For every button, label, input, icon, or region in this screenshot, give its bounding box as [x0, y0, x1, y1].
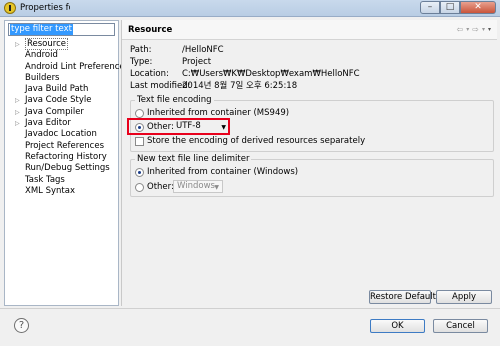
- tree-item-label: Java Compiler: [25, 106, 84, 117]
- tree-item-label: Task Tags: [25, 174, 65, 185]
- minimize-button[interactable]: –: [420, 1, 440, 14]
- line-delimiter-title: New text file line delimiter: [135, 154, 252, 165]
- tree-item-label: Javadoc Location: [25, 129, 97, 140]
- tree-item[interactable]: ▷ Resource: [5, 38, 118, 50]
- delimiter-inherited-radio[interactable]: [135, 168, 144, 177]
- expand-arrow-icon[interactable]: ▷: [15, 107, 20, 118]
- last-modified-row: Last modified:2014년 8월 7일 오후 6:25:18: [130, 81, 297, 92]
- property-pages-tree-pane: type filter text ▷ Resource Android Android…: [4, 20, 129, 306]
- tree-item-label: Java Build Path: [25, 84, 89, 95]
- tree-item[interactable]: Android: [5, 50, 118, 61]
- store-encoding-checkbox[interactable]: [135, 137, 144, 146]
- tree-item[interactable]: Refactoring History: [5, 152, 118, 163]
- delimiter-inherited-label: Inherited from container (Windows): [147, 167, 299, 177]
- tree-item-label: Project References: [25, 140, 105, 151]
- page-navigation: ⇦ ▾ ⇨ ▾ ▾: [457, 25, 491, 34]
- last-modified-label: Last modified:: [130, 81, 191, 91]
- chevron-down-icon: ▼: [214, 184, 219, 191]
- path-row: Path: /HelloNFC: [130, 45, 224, 56]
- help-icon[interactable]: ?: [14, 318, 29, 333]
- ok-button[interactable]: OK: [370, 319, 425, 333]
- window-title: Properties for: [20, 3, 70, 13]
- forward-arrow-icon[interactable]: ⇨: [472, 25, 479, 34]
- tree-item-label: XML Syntax: [25, 185, 75, 196]
- filter-input[interactable]: type filter text: [8, 23, 115, 36]
- tree-item-label: Refactoring History: [25, 151, 107, 162]
- eclipse-properties-icon: [4, 2, 16, 14]
- tree-item-label: Android: [25, 50, 58, 61]
- line-delimiter-group: New text file line delimiter Inherited f…: [130, 154, 494, 197]
- path-value: /HelloNFC: [182, 45, 224, 55]
- delimiter-select-value: Windows: [177, 181, 215, 191]
- tree-item-label: Java Code Style: [25, 95, 92, 106]
- expand-arrow-icon[interactable]: ▷: [15, 118, 20, 129]
- back-history-dropdown-icon[interactable]: ▾: [466, 26, 469, 34]
- tree-item[interactable]: Builders: [5, 73, 118, 84]
- view-menu-icon[interactable]: ▾: [488, 26, 491, 34]
- tree-item[interactable]: Project References: [5, 141, 118, 152]
- apply-button[interactable]: Apply: [436, 290, 492, 304]
- tree-item-label: Java Editor: [25, 118, 71, 129]
- tree-item-label: Android Lint Preferences: [25, 61, 130, 72]
- tree-item[interactable]: Javadoc Location: [5, 129, 118, 140]
- forward-history-dropdown-icon[interactable]: ▾: [482, 26, 485, 34]
- tree-item[interactable]: Android Lint Preferences: [5, 62, 129, 73]
- filter-input-text: type filter text: [10, 24, 73, 35]
- path-label: Path:: [130, 45, 152, 55]
- restore-defaults-button[interactable]: Restore Defaults: [369, 290, 440, 304]
- highlight-box: [127, 118, 230, 135]
- tree-item[interactable]: Run/Debug Settings: [5, 163, 118, 174]
- back-arrow-icon[interactable]: ⇦: [457, 25, 464, 34]
- tree-item-label: Builders: [25, 72, 60, 83]
- text-file-encoding-title: Text file encoding: [135, 95, 214, 106]
- tree-item[interactable]: ▷ Java Code Style: [5, 95, 118, 106]
- properties-dialog: Properties for – □ ✕ type filter text ▷ R…: [0, 0, 500, 346]
- close-button[interactable]: ✕: [460, 1, 496, 14]
- cancel-button[interactable]: Cancel: [433, 319, 488, 333]
- expand-arrow-icon[interactable]: ▷: [15, 39, 20, 50]
- type-value: Project: [182, 57, 212, 67]
- expand-arrow-icon[interactable]: ▷: [15, 95, 20, 106]
- type-row: Type: Project: [130, 57, 211, 68]
- delimiter-select[interactable]: Windows ▼: [173, 180, 223, 193]
- tree-item-label: Resource: [25, 38, 68, 50]
- dialog-button-bar: ? OK Cancel: [0, 308, 500, 346]
- property-pages-tree: ▷ Resource Android Android Lint Preferences…: [5, 38, 129, 197]
- encoding-inherited-radio[interactable]: [135, 109, 144, 118]
- title-bar: Properties for – □ ✕: [0, 0, 500, 17]
- delimiter-other-label: Other:: [147, 182, 174, 192]
- last-modified-value: 2014년 8월 7일 오후 6:25:18: [182, 81, 298, 91]
- delimiter-other-radio[interactable]: [135, 183, 144, 192]
- location-label: Location:: [130, 69, 169, 79]
- window-controls: – □ ✕: [420, 1, 496, 14]
- store-encoding-label: Store the encoding of derived resources …: [147, 136, 366, 146]
- tree-item-label: Run/Debug Settings: [25, 163, 110, 174]
- tree-item[interactable]: ▷ Java Editor: [5, 118, 118, 129]
- page-header: Resource ⇦ ▾ ⇨ ▾ ▾: [122, 20, 497, 40]
- maximize-button[interactable]: □: [440, 1, 460, 14]
- page-title: Resource: [128, 25, 173, 35]
- location-value: C:₩Users₩K₩Desktop₩exam₩HelloNFC: [182, 69, 360, 79]
- resource-page: Resource ⇦ ▾ ⇨ ▾ ▾ Path:/HelloNFC Type: P…: [121, 20, 497, 306]
- tree-item[interactable]: Java Build Path: [5, 84, 118, 95]
- location-row: Location: C:₩Users₩K₩Desktop₩exam₩HelloNF…: [130, 69, 360, 80]
- type-label: Type:: [130, 57, 153, 67]
- tree-item[interactable]: Task Tags: [5, 175, 118, 186]
- tree-item[interactable]: XML Syntax: [5, 186, 118, 197]
- tree-item[interactable]: ▷ Java Compiler: [5, 107, 118, 118]
